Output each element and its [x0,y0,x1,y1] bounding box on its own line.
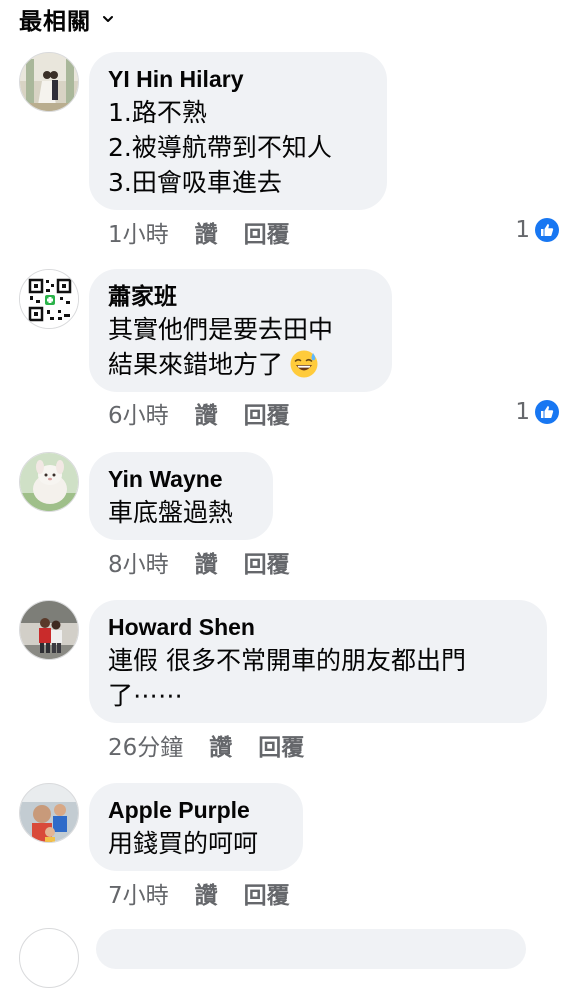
comment-text-line: 車底盤過熱 [108,498,234,527]
reply-button[interactable]: 回覆 [244,215,290,249]
comment-author[interactable]: Apple Purple [108,795,283,826]
avatar[interactable] [19,928,79,988]
comment-bubble [96,929,526,969]
comment-actions: 26分鐘 讚 回覆 [108,728,304,762]
comment-bubble: 蕭家班 其實他們是要去田中 結果來錯地方了 [89,269,392,392]
like-button[interactable]: 讚 [195,396,218,430]
comment-text-line: 1.路不熟 [108,98,207,127]
avatar[interactable] [19,783,79,843]
comment-bubble: Howard Shen 連假 很多不常開車的朋友都出門 了⋯⋯ [89,600,547,723]
comment-bubble: Yin Wayne 車底盤過熱 [89,452,273,540]
comment-timestamp[interactable]: 26分鐘 [108,728,183,762]
comment-author[interactable]: Yin Wayne [108,464,253,495]
like-button[interactable]: 讚 [195,876,218,910]
reaction-count[interactable]: 1 [515,215,559,245]
comment-text-line: 2.被導航帶到不知人 [108,133,332,162]
comment-text-line: 其實他們是要去田中 [108,315,334,344]
like-button[interactable]: 讚 [195,545,218,579]
avatar[interactable] [19,269,79,329]
comment-text-content: 結果來錯地方了 [108,350,284,379]
comment-text-line: 結果來錯地方了 [108,347,372,382]
comment-timestamp[interactable]: 6小時 [108,396,169,430]
comment-text-line: 用錢買的呵呵 [108,829,259,858]
avatar[interactable] [19,452,79,512]
avatar[interactable] [19,52,79,112]
reaction-count-label: 1 [515,399,530,425]
comment-text-line: 連假 很多不常開車的朋友都出門 [108,646,466,675]
like-button[interactable]: 讚 [209,728,232,762]
comment-actions: 7小時 讚 回覆 [108,876,290,910]
comment-timestamp[interactable]: 1小時 [108,215,169,249]
sort-dropdown[interactable]: 最相關 [19,4,113,35]
chevron-down-icon [103,14,113,24]
comment-actions: 6小時 讚 回覆 [108,396,290,430]
comment-actions: 1小時 讚 回覆 [108,215,290,249]
like-button[interactable]: 讚 [195,215,218,249]
comment-actions: 8小時 讚 回覆 [108,545,290,579]
thumbs-up-icon [535,400,559,424]
comment-text-line: 了⋯⋯ [108,681,184,710]
sort-label: 最相關 [19,9,91,35]
comment-text-line: 3.田會吸車進去 [108,168,282,197]
grinning-sweat-emoji-icon [289,349,319,379]
reply-button[interactable]: 回覆 [244,876,290,910]
reply-button[interactable]: 回覆 [258,728,304,762]
reply-button[interactable]: 回覆 [244,396,290,430]
avatar[interactable] [19,600,79,660]
comment-author[interactable]: Howard Shen [108,612,527,643]
comment-author[interactable]: YI Hin Hilary [108,64,367,95]
comment-author[interactable]: 蕭家班 [108,281,372,312]
comment-bubble: YI Hin Hilary 1.路不熟 2.被導航帶到不知人 3.田會吸車進去 [89,52,387,210]
comment-timestamp[interactable]: 8小時 [108,545,169,579]
reaction-count-label: 1 [515,217,530,243]
comment-timestamp[interactable]: 7小時 [108,876,169,910]
reaction-count[interactable]: 1 [515,397,559,427]
thumbs-up-icon [535,218,559,242]
reply-button[interactable]: 回覆 [244,545,290,579]
comment-bubble: Apple Purple 用錢買的呵呵 [89,783,303,871]
